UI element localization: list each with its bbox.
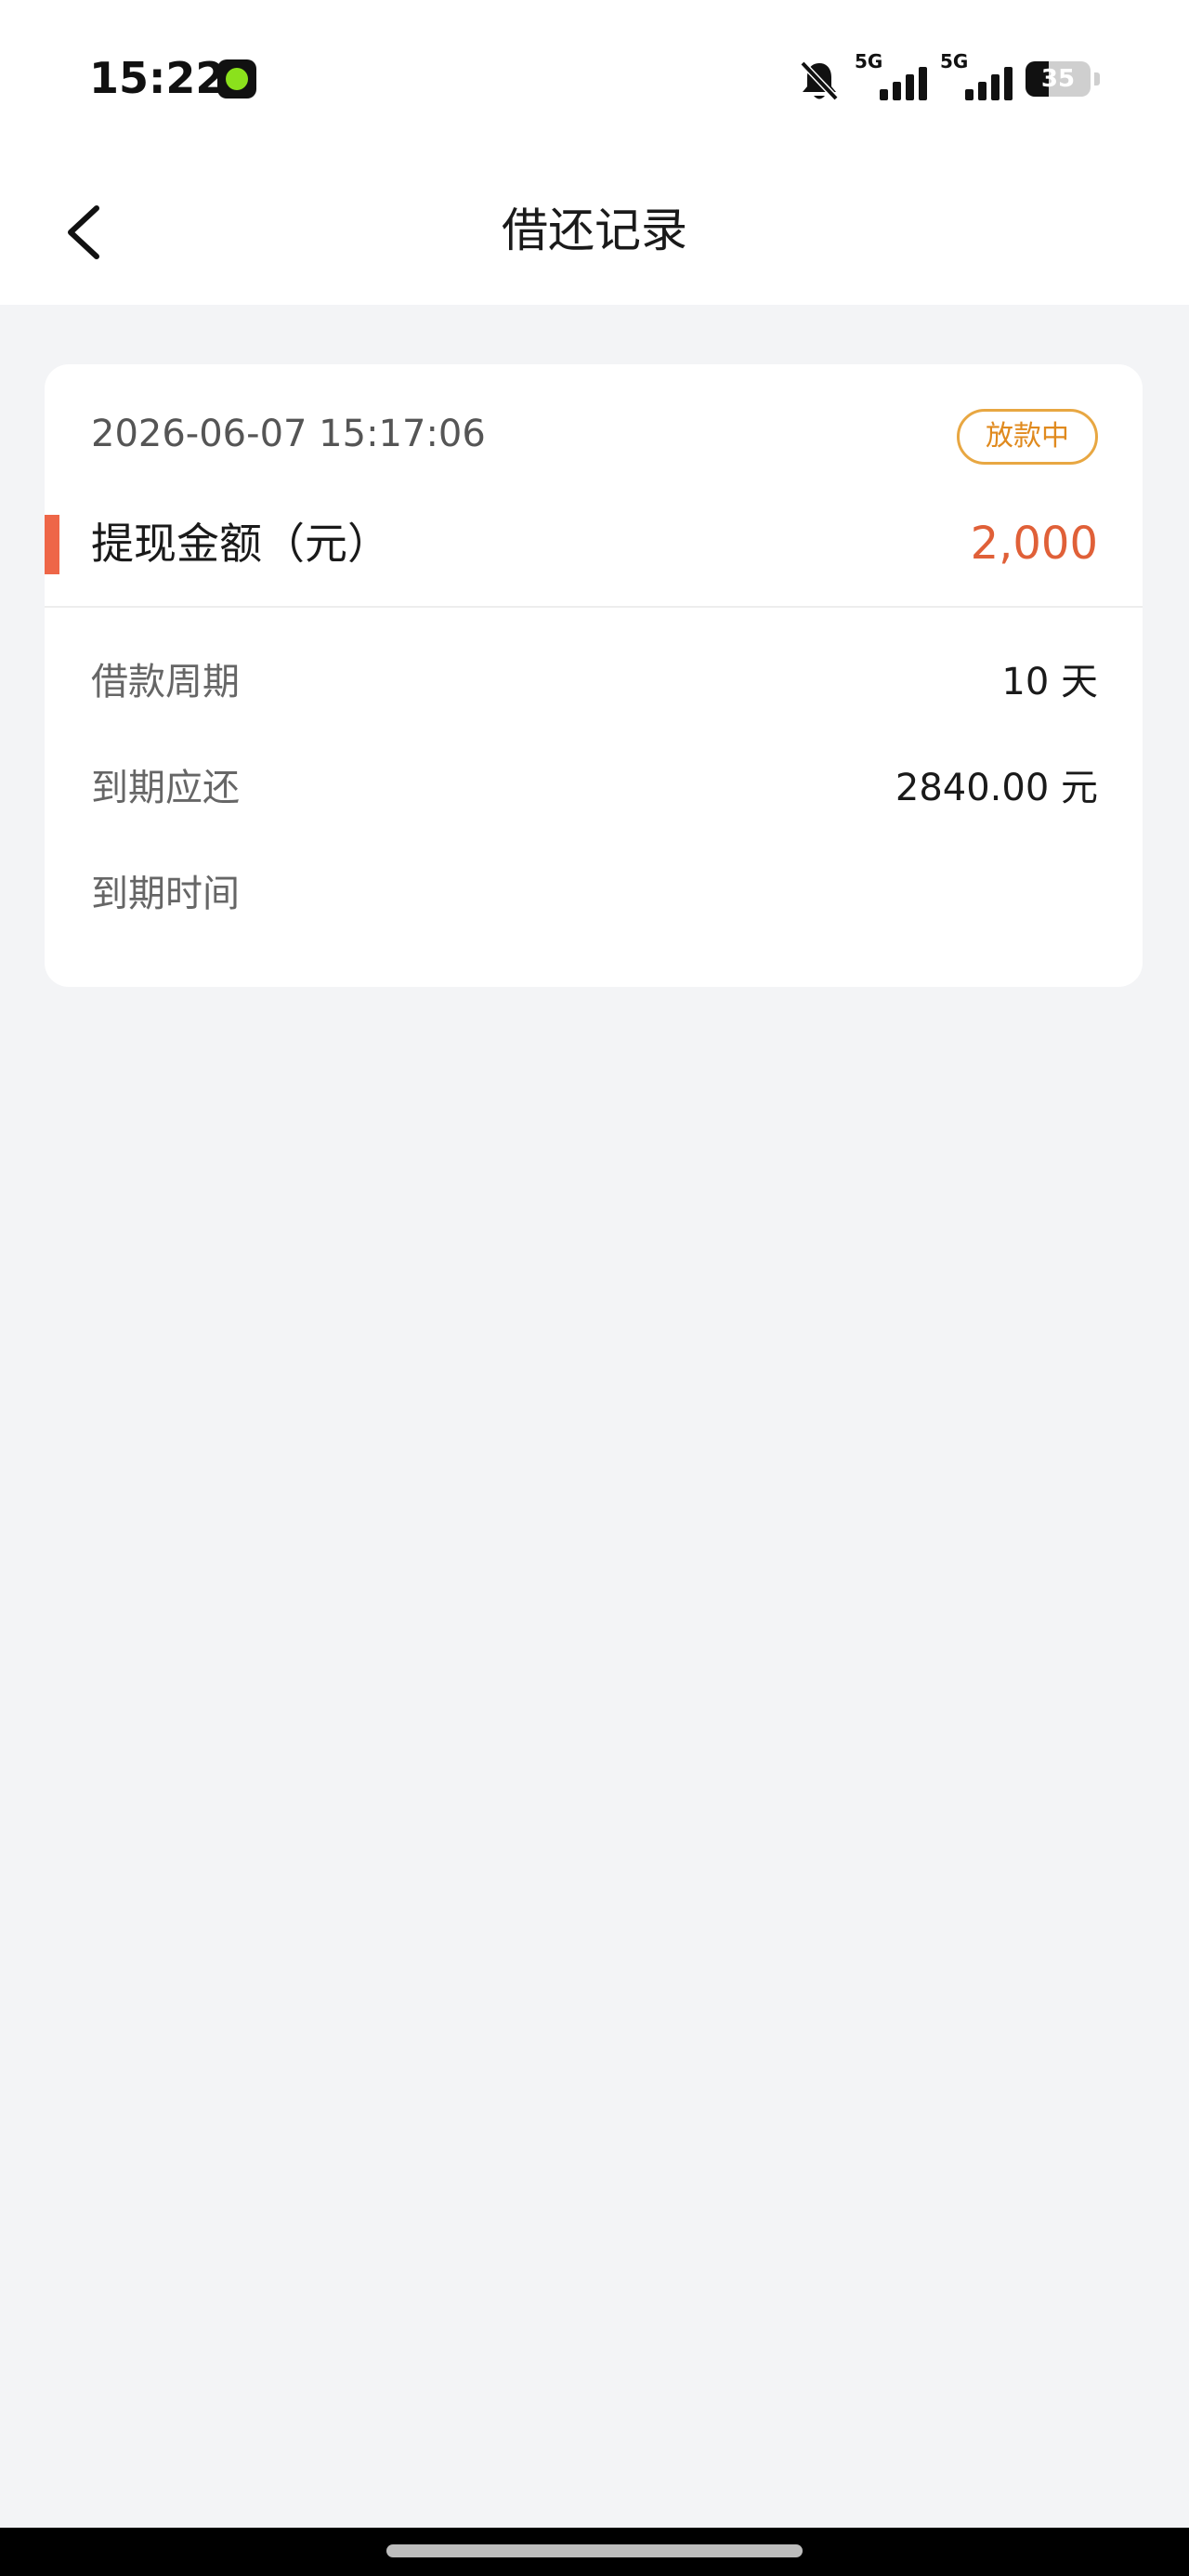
- status-badge: 放款中: [957, 409, 1098, 465]
- status-time: 15:22: [89, 53, 226, 103]
- signal-strength-icon-2: 5G: [940, 52, 1013, 104]
- battery-icon: 35: [1026, 61, 1091, 97]
- battery-percent: 35: [1040, 65, 1076, 93]
- accent-bar: [45, 515, 59, 574]
- record-card[interactable]: 2026-06-07 15:17:06 放款中 提现金额（元） 2,000 借款…: [45, 364, 1143, 987]
- nav-bar: 借还记录: [0, 158, 1189, 305]
- info-row-label: 到期时间: [91, 873, 240, 915]
- info-row-loan-term: 借款周期 10 天: [91, 654, 1098, 710]
- system-navigation-bar: [0, 2528, 1189, 2576]
- record-date: 2026-06-07 15:17:06: [91, 413, 486, 455]
- info-row-value: 10 天: [1001, 661, 1098, 703]
- info-row-label: 借款周期: [91, 661, 240, 703]
- amount-label: 提现金额（元）: [91, 519, 390, 569]
- page-title: 借还记录: [502, 204, 687, 257]
- status-icons: 5G 5G 35: [797, 52, 1100, 104]
- amount-value: 2,000: [970, 518, 1098, 570]
- info-row-label: 到期应还: [91, 767, 240, 809]
- network-type-label-2: 5G: [940, 50, 969, 72]
- app-notification-icon: [217, 59, 256, 99]
- bell-muted-icon: [797, 58, 842, 104]
- battery-cap: [1094, 72, 1100, 85]
- signal-strength-icon: 5G: [855, 52, 927, 104]
- status-bar: 15:22 5G 5G 35: [0, 0, 1189, 158]
- home-indicator[interactable]: [386, 2544, 803, 2557]
- info-row-amount-due: 到期应还 2840.00 元: [91, 760, 1098, 816]
- network-type-label: 5G: [855, 50, 883, 72]
- divider: [45, 606, 1143, 608]
- info-row-due-time: 到期时间: [91, 866, 1098, 922]
- info-row-value: 2840.00 元: [895, 767, 1098, 809]
